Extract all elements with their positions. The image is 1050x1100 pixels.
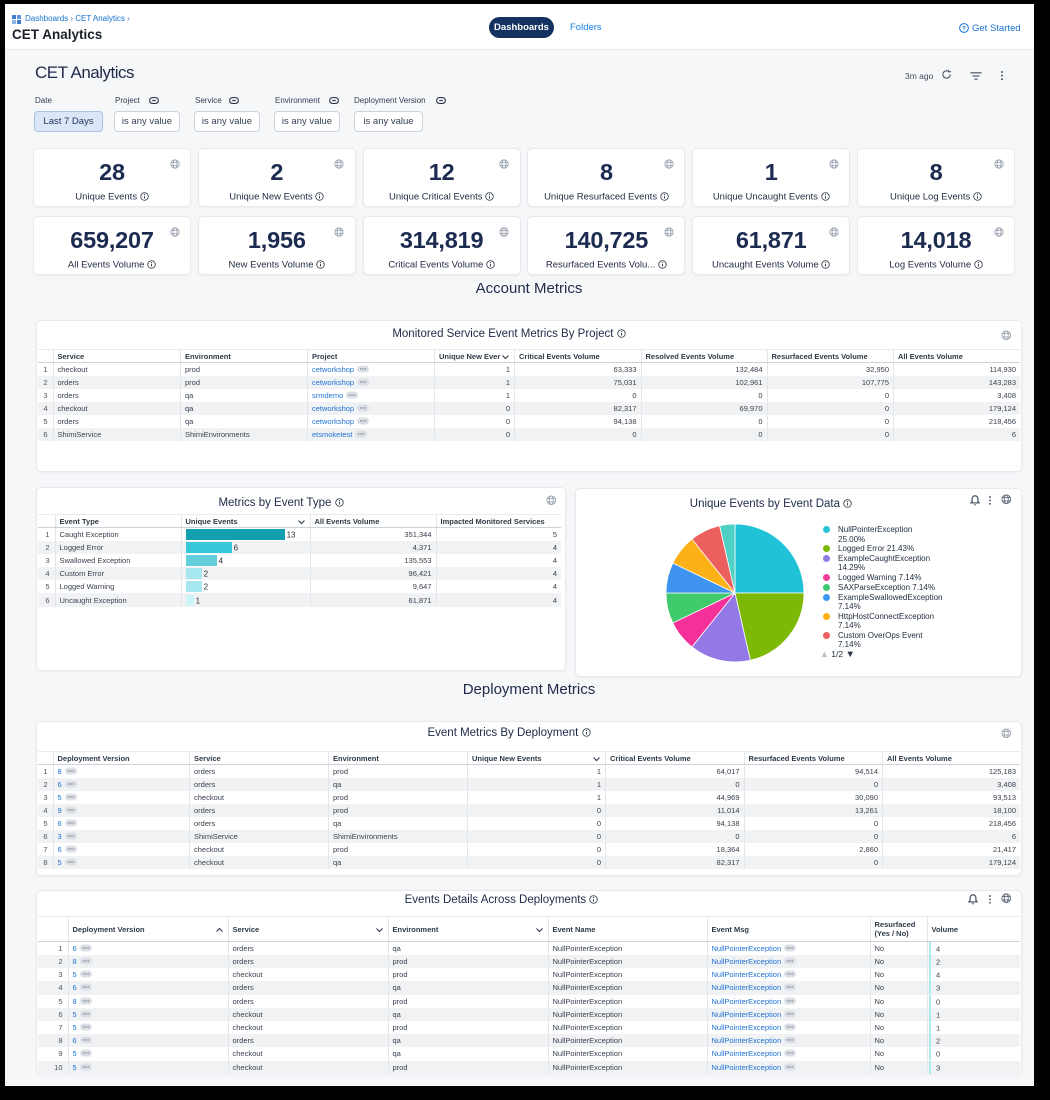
svg-text:?: ? [962, 25, 966, 32]
